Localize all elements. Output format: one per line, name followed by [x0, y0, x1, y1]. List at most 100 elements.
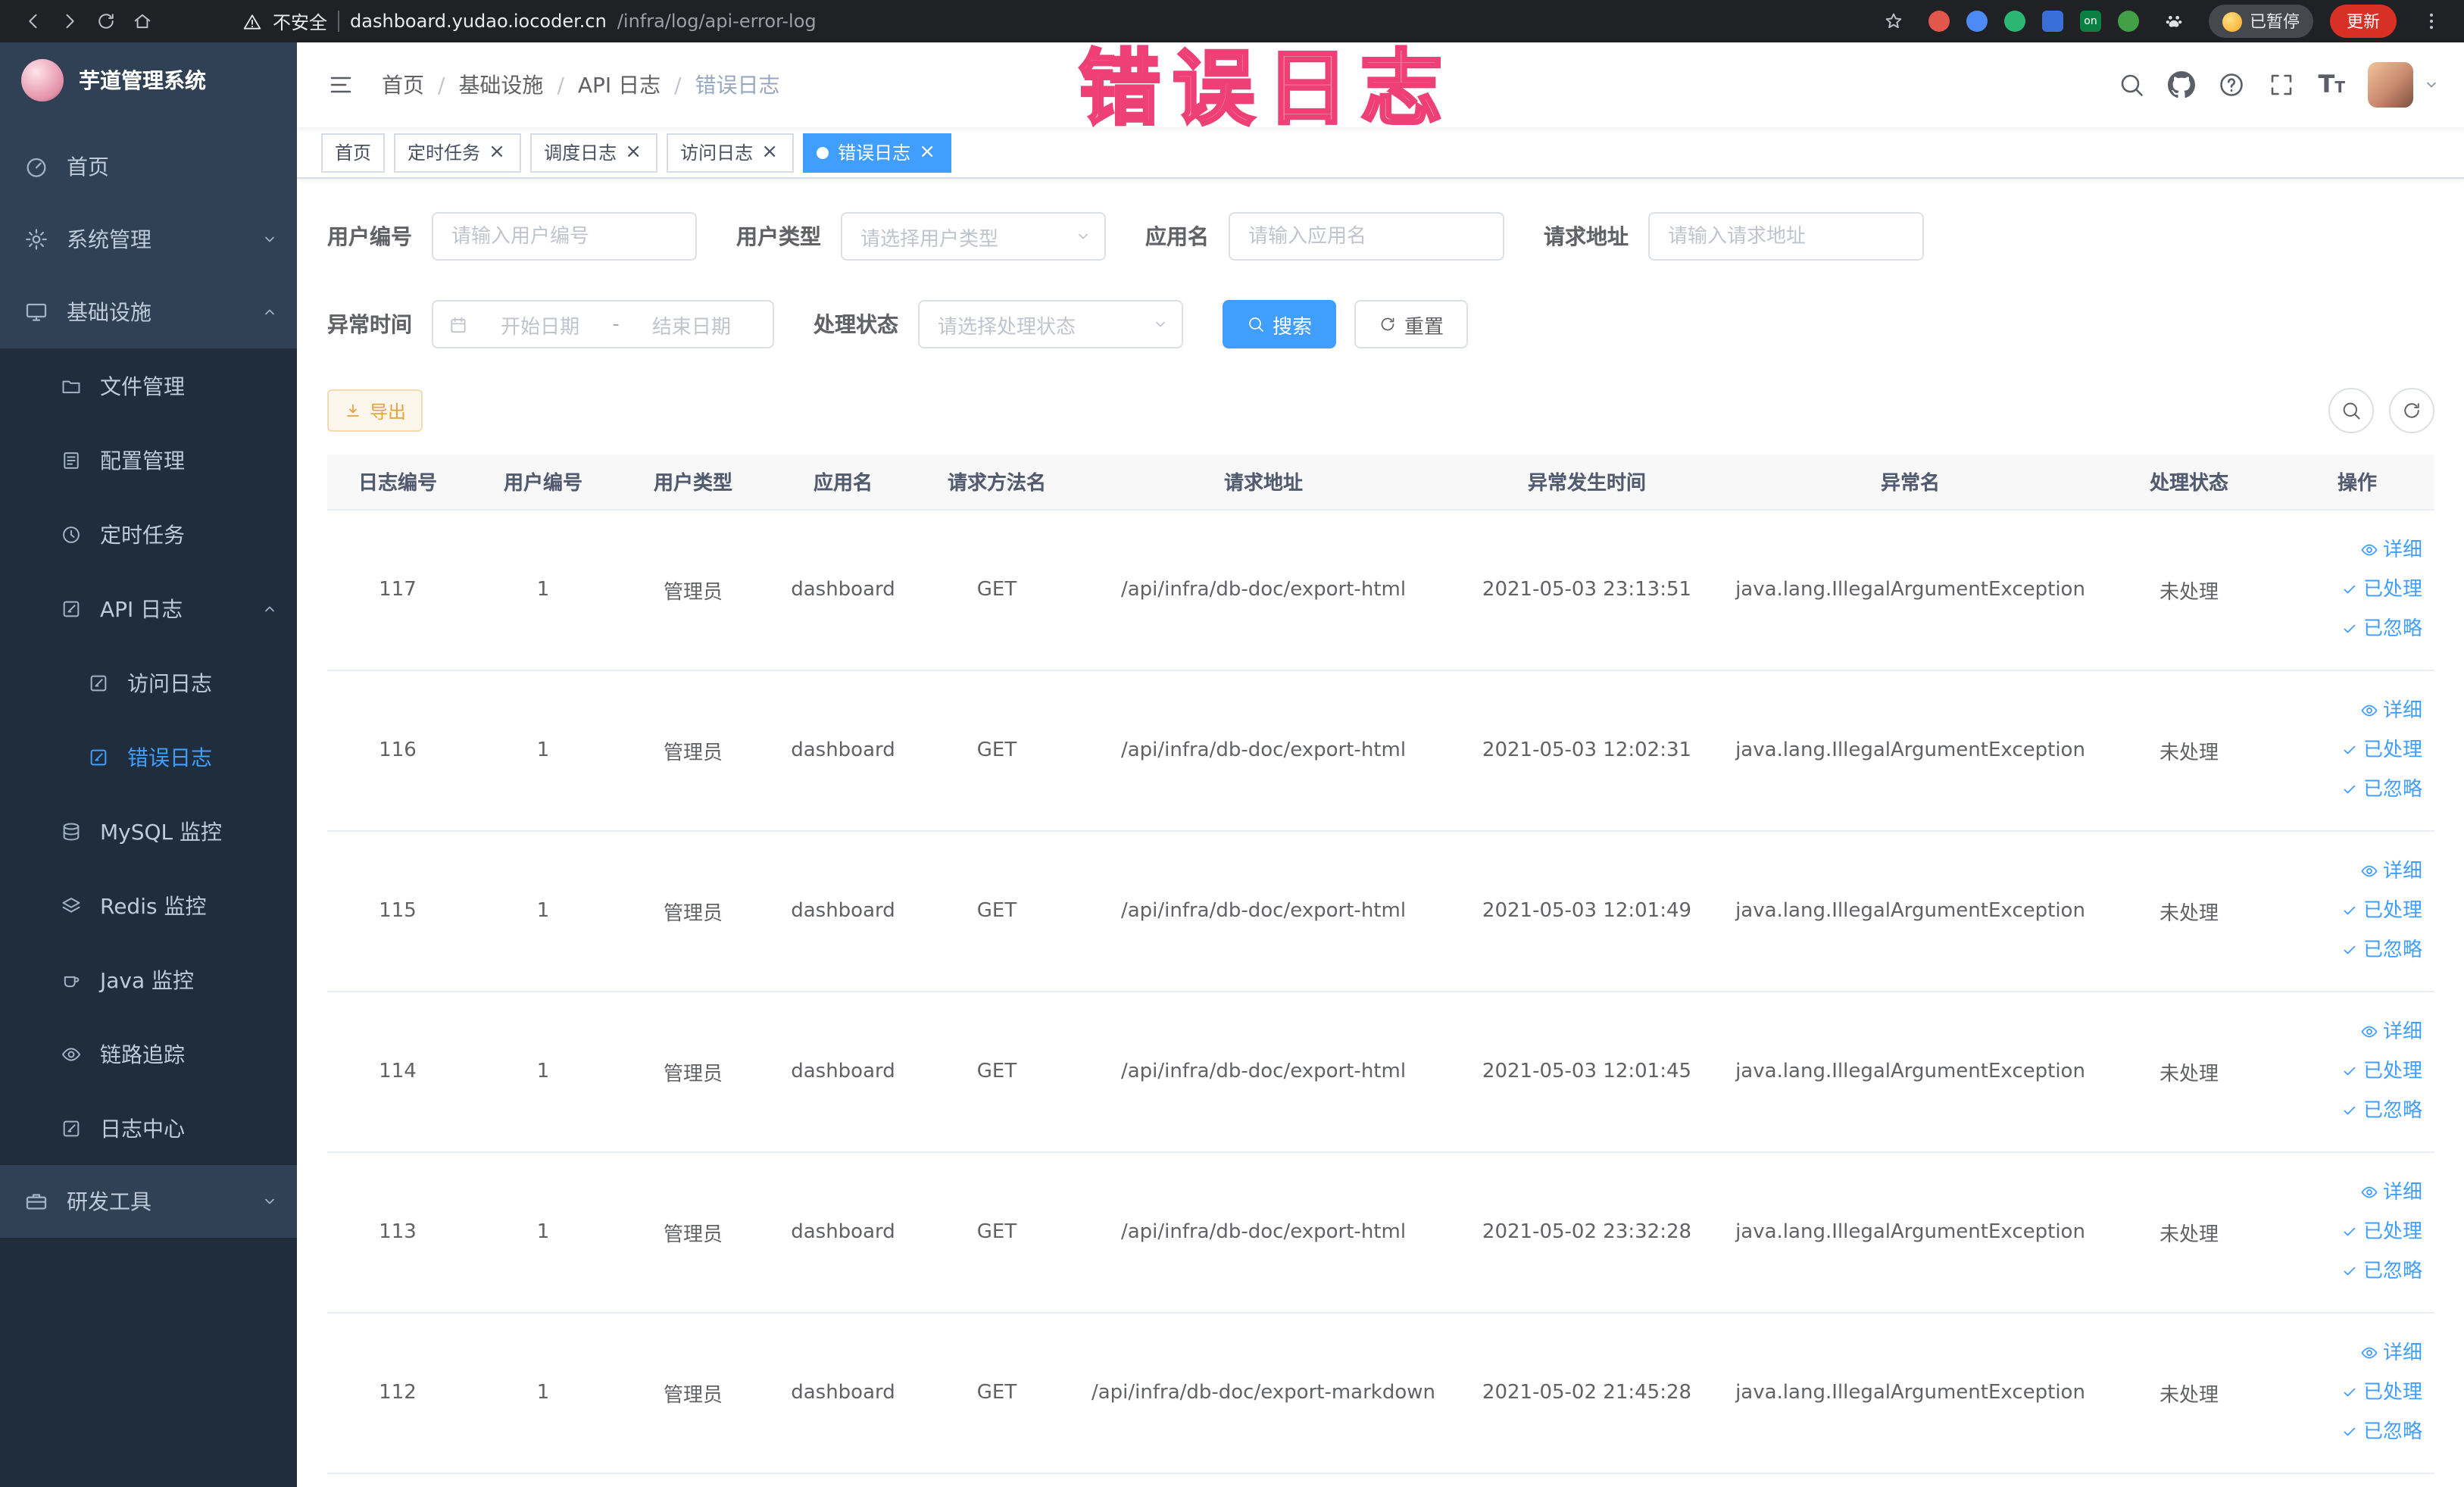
header-exception-name: 异常名: [1722, 455, 2098, 510]
close-icon[interactable]: [917, 142, 938, 163]
mark-processed-link[interactable]: 已处理: [2341, 1052, 2422, 1090]
user-menu[interactable]: [2368, 62, 2441, 108]
breadcrumb-api-log[interactable]: API 日志: [543, 70, 661, 100]
sidebar-item-mysql-monitor[interactable]: MySQL 监控: [0, 794, 297, 868]
mark-ignored-link[interactable]: 已忽略: [2341, 1252, 2422, 1290]
cell-exception-time: 2021-05-03 23:13:51: [1451, 509, 1722, 670]
cell-actions: 详细 已处理 已忽略: [2280, 1151, 2434, 1313]
mark-ignored-link[interactable]: 已忽略: [2341, 1413, 2422, 1451]
sidebar-item-dev-tools[interactable]: 研发工具: [0, 1165, 297, 1238]
sidebar-item-api-log[interactable]: API 日志: [0, 571, 297, 645]
cell-method: GET: [918, 670, 1076, 831]
breadcrumb-home[interactable]: 首页: [382, 70, 424, 100]
sidebar-item-scheduled-tasks[interactable]: 定时任务: [0, 497, 297, 571]
chevron-down-icon: [1151, 315, 1170, 333]
detail-link[interactable]: 详细: [2360, 1173, 2422, 1211]
tab-access-log[interactable]: 访问日志: [667, 133, 795, 172]
extension-icon-2[interactable]: [1966, 11, 1988, 32]
mark-processed-link[interactable]: 已处理: [2341, 892, 2422, 929]
extension-icon-3[interactable]: [2004, 11, 2025, 32]
table-header-row: 日志编号 用户编号 用户类型 应用名 请求方法名 请求地址 异常发生时间 异常名…: [327, 455, 2434, 510]
sidebar-item-error-log[interactable]: 错误日志: [0, 720, 297, 794]
infrastructure-submenu: 文件管理 配置管理 定时任务 API 日志 访问日志 错误日志 MySQL 监控…: [0, 348, 297, 1165]
close-icon[interactable]: [623, 142, 644, 163]
detail-link[interactable]: 详细: [2360, 1334, 2422, 1372]
tab-dispatch-log[interactable]: 调度日志: [530, 133, 658, 172]
sidebar-menu: 首页 系统管理 基础设施 文件管理 配置管理 定时任务 API 日志 访问日志 …: [0, 118, 297, 1238]
exception-time-range-picker[interactable]: 开始日期 - 结束日期: [432, 300, 774, 348]
cell-actions: 详细 已处理 已忽略: [2280, 991, 2434, 1152]
sidebar-item-home[interactable]: 首页: [0, 130, 297, 203]
mark-processed-link[interactable]: 已处理: [2341, 1373, 2422, 1411]
github-icon[interactable]: [2169, 71, 2196, 98]
breadcrumb-infrastructure[interactable]: 基础设施: [424, 70, 543, 100]
sidebar-item-log-center[interactable]: 日志中心: [0, 1091, 297, 1165]
detail-link[interactable]: 详细: [2360, 852, 2422, 890]
search-button[interactable]: 搜索: [1223, 300, 1337, 348]
url-bar[interactable]: 不安全 dashboard.yudao.iocoder.cn/infra/log…: [242, 8, 1851, 34]
sidebar-item-infrastructure[interactable]: 基础设施: [0, 276, 297, 348]
detail-link[interactable]: 详细: [2360, 531, 2422, 569]
tab-home[interactable]: 首页: [321, 133, 386, 172]
tab-scheduled-tasks[interactable]: 定时任务: [394, 133, 522, 172]
mark-processed-link[interactable]: 已处理: [2341, 1213, 2422, 1251]
export-button[interactable]: 导出: [327, 389, 423, 432]
browser-home-icon[interactable]: [124, 3, 161, 39]
app-name-input[interactable]: [1229, 212, 1504, 261]
table-row: 114 1 管理员 dashboard GET /api/infra/db-do…: [327, 991, 2434, 1152]
detail-link[interactable]: 详细: [2360, 692, 2422, 729]
sidebar-item-link-tracing[interactable]: 链路追踪: [0, 1017, 297, 1091]
chrome-menu-icon[interactable]: [2413, 3, 2450, 39]
cell-request-url: /api/infra/db-doc/export-html: [1076, 509, 1451, 670]
cell-user-id: 1: [468, 1151, 618, 1313]
sidebar-item-java-monitor[interactable]: Java 监控: [0, 942, 297, 1017]
app-logo[interactable]: 芋道管理系统: [0, 42, 297, 118]
cell-actions: 详细 已处理 已忽略: [2280, 1312, 2434, 1473]
cell-user-id: 1: [468, 509, 618, 670]
request-url-input[interactable]: [1648, 212, 1924, 261]
sidebar-item-file-management[interactable]: 文件管理: [0, 348, 297, 423]
extension-icon-5[interactable]: [2118, 11, 2139, 32]
sidebar-item-config-management[interactable]: 配置管理: [0, 423, 297, 497]
user-type-select[interactable]: 请选择用户类型: [841, 212, 1106, 261]
hamburger-icon[interactable]: [321, 65, 361, 105]
mark-processed-link[interactable]: 已处理: [2341, 731, 2422, 769]
paused-extension-chip[interactable]: 已暂停: [2209, 5, 2313, 38]
bookmark-star-icon[interactable]: [1875, 3, 1912, 39]
sidebar-item-system-management[interactable]: 系统管理: [0, 203, 297, 276]
browser-back-icon[interactable]: [15, 3, 52, 39]
chrome-update-button[interactable]: 更新: [2330, 5, 2397, 38]
user-id-input[interactable]: [432, 212, 697, 261]
cell-actions: 详细 已处理 已忽略: [2280, 670, 2434, 831]
close-icon[interactable]: [759, 142, 780, 163]
fullscreen-icon[interactable]: [2269, 71, 2296, 98]
paw-extension-icon[interactable]: [2156, 3, 2192, 39]
cell-user-type: 管理员: [618, 1312, 768, 1473]
sidebar-item-access-log[interactable]: 访问日志: [0, 645, 297, 720]
font-size-icon[interactable]: [2319, 73, 2346, 97]
reset-button[interactable]: 重置: [1354, 300, 1469, 348]
extension-icon-1[interactable]: [1928, 11, 1950, 32]
folder-icon: [61, 375, 82, 396]
process-status-select[interactable]: 请选择处理状态: [918, 300, 1183, 348]
close-icon[interactable]: [486, 142, 507, 163]
mark-ignored-link[interactable]: 已忽略: [2341, 770, 2422, 808]
mark-ignored-link[interactable]: 已忽略: [2341, 931, 2422, 969]
extension-icon-4[interactable]: [2042, 11, 2063, 32]
extension-on-icon[interactable]: on: [2080, 11, 2101, 32]
help-icon[interactable]: [2219, 71, 2246, 98]
mark-ignored-link[interactable]: 已忽略: [2341, 610, 2422, 648]
tab-error-log[interactable]: 错误日志: [803, 133, 952, 172]
search-toggle-button[interactable]: [2328, 388, 2374, 433]
cell-user-type: 管理员: [618, 670, 768, 831]
search-icon[interactable]: [2119, 71, 2146, 98]
mark-processed-link[interactable]: 已处理: [2341, 570, 2422, 608]
sidebar-item-redis-monitor[interactable]: Redis 监控: [0, 868, 297, 942]
mark-ignored-link[interactable]: 已忽略: [2341, 1092, 2422, 1129]
browser-forward-icon[interactable]: [52, 3, 88, 39]
refresh-button[interactable]: [2389, 388, 2434, 433]
detail-link[interactable]: 详细: [2360, 1013, 2422, 1051]
search-icon: [1247, 315, 1265, 333]
browser-reload-icon[interactable]: [88, 3, 124, 39]
table-row: 116 1 管理员 dashboard GET /api/infra/db-do…: [327, 670, 2434, 831]
